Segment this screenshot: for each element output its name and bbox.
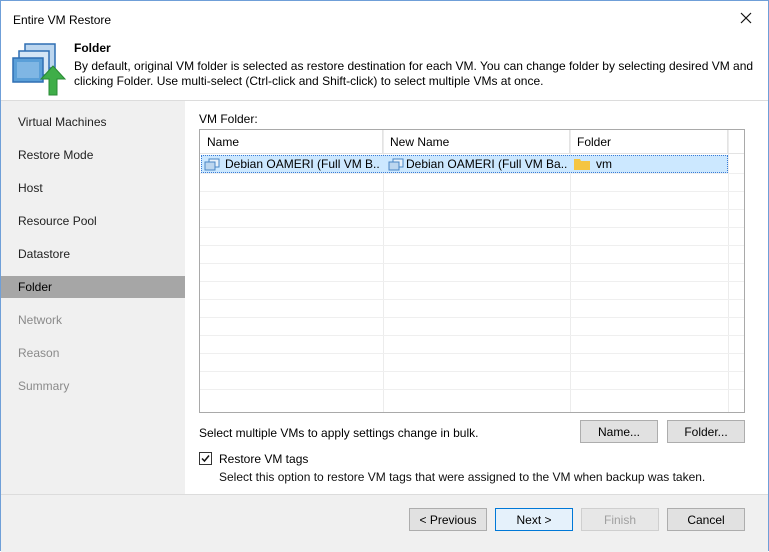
step-host[interactable]: Host <box>1 177 185 199</box>
close-icon <box>740 12 752 24</box>
grid-line <box>200 317 744 318</box>
wizard-footer: < Previous Next > Finish Cancel <box>1 494 768 552</box>
column-header-new-name[interactable]: New Name <box>383 130 570 154</box>
cancel-button[interactable]: Cancel <box>667 508 745 531</box>
folder-icon <box>574 159 590 170</box>
wizard-header: Folder By default, original VM folder is… <box>1 35 768 101</box>
previous-button[interactable]: < Previous <box>409 508 487 531</box>
grid-line <box>200 389 744 390</box>
row-folder-cell: vm <box>596 157 612 171</box>
finish-button: Finish <box>581 508 659 531</box>
grid-line <box>200 209 744 210</box>
restore-vm-tags-checkbox[interactable] <box>199 452 212 465</box>
vm-folder-label: VM Folder: <box>199 112 258 126</box>
step-resource-pool[interactable]: Resource Pool <box>1 210 185 232</box>
grid-line <box>200 263 744 264</box>
bulk-hint: Select multiple VMs to apply settings ch… <box>199 426 479 440</box>
grid-line <box>200 173 744 174</box>
step-restore-mode[interactable]: Restore Mode <box>1 144 185 166</box>
window-title: Entire VM Restore <box>13 13 112 27</box>
checkmark-icon <box>201 455 210 463</box>
wizard-window: Entire VM Restore Folder By default, ori… <box>0 0 769 552</box>
restore-vm-tags-description: Select this option to restore VM tags th… <box>219 470 706 484</box>
vm-restore-icon <box>12 43 67 96</box>
close-button[interactable] <box>724 1 768 35</box>
grid-line <box>200 353 744 354</box>
step-datastore[interactable]: Datastore <box>1 243 185 265</box>
table-header: Name New Name Folder <box>200 130 744 154</box>
step-description: By default, original VM folder is select… <box>74 59 754 88</box>
grid-line <box>200 335 744 336</box>
row-new-name-cell: Debian OAMERI (Full VM Ba... <box>406 157 568 171</box>
step-title: Folder <box>74 41 111 55</box>
step-reason: Reason <box>18 346 60 360</box>
next-button[interactable]: Next > <box>495 508 573 531</box>
vm-folder-table[interactable]: Name New Name Folder Debian OAMERI (Full… <box>199 129 745 413</box>
column-header-name[interactable]: Name <box>200 130 383 154</box>
folder-button[interactable]: Folder... <box>667 420 745 443</box>
column-header-folder[interactable]: Folder <box>570 130 728 154</box>
restore-vm-tags-label[interactable]: Restore VM tags <box>219 452 308 466</box>
grid-line <box>200 299 744 300</box>
grid-line <box>200 191 744 192</box>
vm-icon <box>204 158 220 171</box>
grid-line <box>200 227 744 228</box>
vm-icon <box>388 158 404 171</box>
name-button[interactable]: Name... <box>580 420 658 443</box>
wizard-steps-sidebar: Virtual Machines Restore Mode Host Resou… <box>1 101 185 494</box>
table-row[interactable]: Debian OAMERI (Full VM B... Debian OAMER… <box>201 155 728 173</box>
step-content: VM Folder: Name New Name Folder Debian O… <box>185 101 768 494</box>
step-virtual-machines[interactable]: Virtual Machines <box>1 111 185 133</box>
step-network: Network <box>18 313 63 327</box>
title-bar: Entire VM Restore <box>1 1 768 35</box>
grid-line <box>200 281 744 282</box>
step-folder[interactable]: Folder <box>1 276 185 298</box>
grid-line <box>200 371 744 372</box>
grid-line <box>200 245 744 246</box>
step-summary: Summary <box>18 379 70 393</box>
row-name-cell: Debian OAMERI (Full VM B... <box>225 157 380 171</box>
